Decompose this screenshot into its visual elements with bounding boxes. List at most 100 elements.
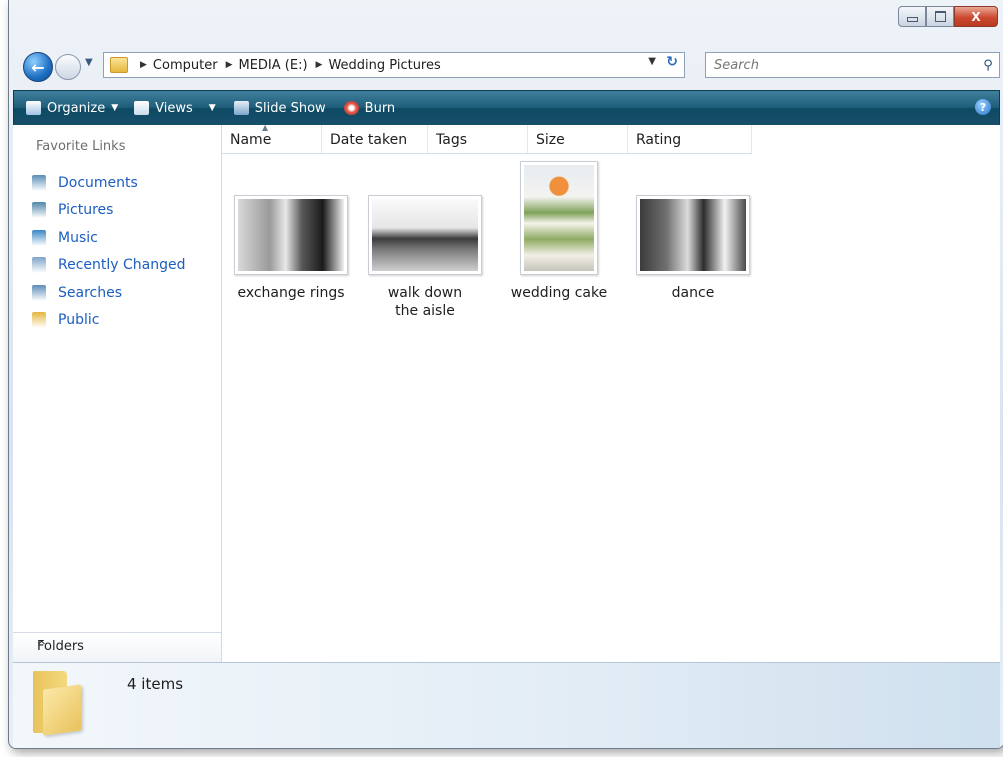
address-row: ← ▼ ▶ Computer ▶ MEDIA (E:) ▶ Wedding Pi… [9, 48, 1003, 82]
window-caption-buttons: X [898, 6, 998, 27]
file-item[interactable]: walk down the aisle [366, 195, 484, 320]
navigation-pane: Favorite Links Documents Pictures Music … [13, 125, 222, 662]
thumbnail-frame [368, 195, 482, 275]
folder-icon [110, 57, 128, 73]
column-header-tags[interactable]: Tags [428, 125, 528, 153]
item-count: 4 items [127, 675, 184, 693]
column-header-label: Date taken [330, 132, 408, 148]
favorite-link-music[interactable]: Music [32, 224, 186, 252]
column-header-size[interactable]: Size [528, 125, 628, 153]
searches-icon [32, 284, 46, 301]
file-name: exchange rings [237, 285, 345, 301]
explorer-window: X ← ▼ ▶ Computer ▶ MEDIA (E:) ▶ Wedding … [8, 0, 1003, 749]
minimize-icon [906, 17, 918, 22]
column-header-date-taken[interactable]: Date taken [322, 125, 428, 153]
file-name: dance [671, 285, 715, 301]
favorite-link-documents[interactable]: Documents [32, 169, 186, 197]
chevron-up-icon: ^ [37, 639, 47, 652]
search-input[interactable] [712, 56, 977, 74]
column-header-label: Tags [436, 132, 467, 148]
search-icon[interactable]: ⚲ [977, 58, 999, 73]
favorite-link-label: Searches [58, 284, 123, 301]
slideshow-icon [233, 101, 249, 115]
file-list-pane: ▲ Name Date taken Tags Size Rating excha… [222, 123, 1000, 662]
column-header-label: Size [536, 132, 565, 148]
favorite-link-label: Public [58, 312, 100, 329]
column-header-label: Name [230, 132, 272, 148]
organize-button[interactable]: Organize ▼ [26, 101, 118, 116]
slideshow-label: Slide Show [254, 100, 326, 116]
maximize-icon [934, 11, 946, 22]
burn-disc-icon [343, 101, 359, 115]
pictures-icon [32, 202, 46, 219]
thumbnail-frame [636, 195, 750, 275]
minimize-button[interactable] [898, 6, 926, 27]
favorite-link-label: Music [58, 229, 98, 246]
help-button[interactable]: ? [975, 99, 991, 115]
chevron-down-icon: ▼ [208, 103, 216, 113]
favorite-link-searches[interactable]: Searches [32, 279, 186, 307]
breadcrumb-wedding-pictures[interactable]: Wedding Pictures [328, 58, 440, 73]
close-icon: X [971, 9, 981, 24]
column-header-rating[interactable]: Rating [628, 125, 752, 153]
thumbnail-frame [234, 195, 348, 275]
slideshow-button[interactable]: Slide Show [233, 100, 326, 116]
address-bar[interactable]: ▶ Computer ▶ MEDIA (E:) ▶ Wedding Pictur… [103, 52, 685, 78]
favorite-link-label: Recently Changed [58, 257, 186, 274]
public-folder-icon [32, 312, 46, 329]
address-dropdown-icon[interactable]: ▼ [648, 56, 656, 67]
file-item[interactable]: exchange rings [232, 195, 350, 302]
organize-label: Organize [47, 100, 106, 116]
details-pane: 4 items [13, 662, 1000, 748]
column-header-label: Rating [636, 132, 682, 148]
file-name: walk down the aisle [387, 285, 463, 319]
refresh-icon[interactable]: ↻ [666, 54, 678, 70]
burn-label: Burn [364, 100, 396, 116]
folder-front-shape [43, 684, 81, 736]
favorite-link-label: Pictures [58, 202, 114, 219]
help-icon: ? [979, 100, 987, 114]
thumbnail-frame [520, 161, 598, 275]
forward-button[interactable] [55, 54, 81, 80]
file-item[interactable]: dance [634, 195, 752, 302]
maximize-button[interactable] [926, 6, 954, 27]
breadcrumb-separator-icon[interactable]: ▶ [316, 60, 323, 70]
photo-thumbnail-wedding-cake [524, 165, 594, 271]
breadcrumb-media-drive[interactable]: MEDIA (E:) [238, 58, 307, 73]
breadcrumb-computer[interactable]: Computer [153, 58, 218, 73]
photo-thumbnail-exchange-rings [238, 199, 344, 271]
favorite-link-public[interactable]: Public [32, 307, 186, 335]
chevron-down-icon: ▼ [111, 103, 119, 113]
folders-toggle[interactable]: Folders ^ [13, 632, 221, 662]
favorite-link-label: Documents [58, 174, 138, 191]
recently-changed-icon [32, 257, 46, 274]
back-arrow-icon: ← [31, 57, 45, 77]
column-headers: ▲ Name Date taken Tags Size Rating [222, 123, 752, 154]
favorite-links-heading: Favorite Links [36, 139, 126, 154]
close-button[interactable]: X [954, 6, 998, 27]
views-icon [134, 101, 150, 115]
photo-thumbnail-walk-down-the-aisle [372, 199, 478, 271]
column-header-name[interactable]: ▲ Name [222, 123, 322, 153]
breadcrumb-separator-icon[interactable]: ▶ [226, 60, 233, 70]
recent-pages-dropdown[interactable]: ▼ [85, 57, 93, 68]
back-button[interactable]: ← [23, 52, 53, 82]
favorite-link-pictures[interactable]: Pictures [32, 197, 186, 225]
search-box: ⚲ [705, 52, 1000, 78]
photo-thumbnail-dance [640, 199, 746, 271]
command-bar: Organize ▼ Views ▼ Slide Show Burn ? [13, 90, 1000, 126]
views-label: Views [155, 100, 193, 116]
music-icon [32, 229, 46, 246]
favorite-links-list: Documents Pictures Music Recently Change… [32, 169, 186, 334]
views-button[interactable]: Views ▼ [134, 101, 216, 116]
organize-icon [26, 101, 41, 115]
large-folder-icon [33, 671, 85, 736]
file-name: wedding cake [510, 285, 608, 301]
breadcrumb-separator-icon[interactable]: ▶ [140, 60, 147, 70]
documents-icon [32, 174, 46, 191]
breadcrumb: ▶ Computer ▶ MEDIA (E:) ▶ Wedding Pictur… [136, 58, 441, 73]
burn-button[interactable]: Burn [343, 100, 396, 116]
favorite-link-recently-changed[interactable]: Recently Changed [32, 252, 186, 280]
file-item[interactable]: wedding cake [500, 161, 618, 302]
sort-ascending-icon: ▲ [262, 123, 269, 132]
